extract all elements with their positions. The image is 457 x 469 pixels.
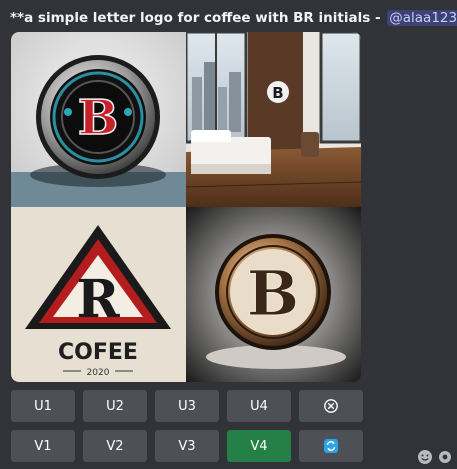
message-prompt: **a simple letter logo for coffee with B… [10,8,457,28]
variation-button-row: V1 V2 V3 V4 [11,430,363,462]
logo-letter-3: R [76,269,120,330]
v3-button[interactable]: V3 [155,430,219,462]
image-grid[interactable]: B B R COFEE 2020 B [11,32,361,382]
user-mention[interactable]: @alaa123 [387,10,457,26]
logo-letter-4: B [247,257,299,330]
logo-letter-2: B [272,84,283,102]
u1-button[interactable]: U1 [11,390,75,422]
u4-button[interactable]: U4 [227,390,291,422]
prompt-text: **a simple letter logo for coffee with B… [10,10,381,26]
message-reaction-icons[interactable] [417,449,453,469]
u2-button[interactable]: U2 [83,390,147,422]
grid-image-4[interactable]: B [186,207,361,382]
reroll-icon [324,439,338,453]
logo-letter-1: B [78,90,119,146]
upscale-button-row: U1 U2 U3 U4 [11,390,363,422]
reroll-button[interactable] [299,430,363,462]
v2-button[interactable]: V2 [83,430,147,462]
v1-button[interactable]: V1 [11,430,75,462]
v4-button[interactable]: V4 [227,430,291,462]
more-options-icon[interactable] [437,449,453,465]
add-reaction-icon[interactable] [417,449,433,465]
u3-button[interactable]: U3 [155,390,219,422]
logo-year-text: 2020 [87,368,110,378]
grid-image-1[interactable]: B [11,32,186,207]
logo-brand-text: COFEE [58,340,138,365]
grid-image-2[interactable]: B [186,32,361,207]
cancel-circle-icon [324,399,338,413]
grid-image-3[interactable]: R COFEE 2020 [11,207,186,382]
cancel-button[interactable] [299,390,363,422]
